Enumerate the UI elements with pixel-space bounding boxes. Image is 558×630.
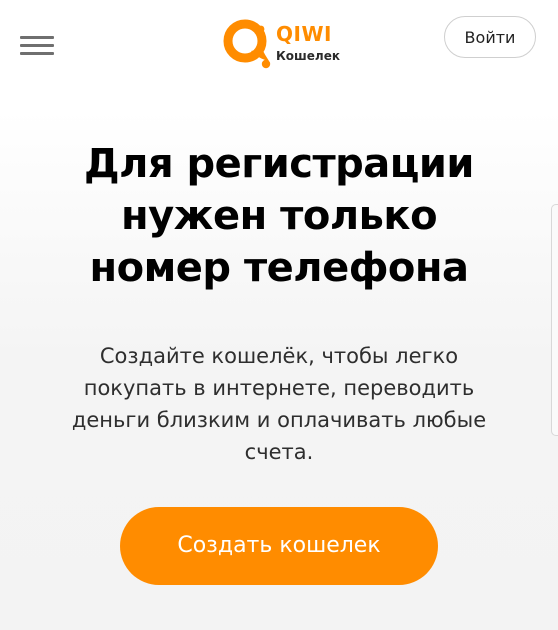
page-title: Для регистрации нужен только номер телеф… <box>0 138 558 294</box>
qiwi-logo-icon <box>223 19 271 69</box>
description-line: покупать в интернете, переводить <box>83 376 475 400</box>
description-text: Создайте кошелёк, чтобы легко покупать в… <box>30 340 528 468</box>
scrollbar[interactable] <box>551 204 558 436</box>
description-line: счета. <box>244 440 314 464</box>
menu-bar <box>20 36 54 39</box>
title-line: нужен только <box>120 193 438 239</box>
title-line: Для регистрации <box>84 141 474 187</box>
logo-wordmark: QIWI <box>276 22 332 46</box>
qiwi-logo[interactable]: QIWI Кошелек <box>221 15 341 73</box>
menu-bar <box>20 52 54 55</box>
create-wallet-button[interactable]: Создать кошелек <box>120 507 438 585</box>
login-button[interactable]: Войти <box>444 16 536 58</box>
page: QIWI Кошелек Войти Для регистрации нужен… <box>0 0 558 630</box>
menu-bar <box>20 44 54 47</box>
top-header: QIWI Кошелек Войти <box>0 0 558 86</box>
logo-subtitle: Кошелек <box>276 49 341 63</box>
hamburger-menu-icon[interactable] <box>20 31 56 57</box>
description-line: деньги близким и оплачивать любые <box>71 408 487 432</box>
description-line: Создайте кошелёк, чтобы легко <box>99 344 459 368</box>
title-line: номер телефона <box>89 245 469 291</box>
